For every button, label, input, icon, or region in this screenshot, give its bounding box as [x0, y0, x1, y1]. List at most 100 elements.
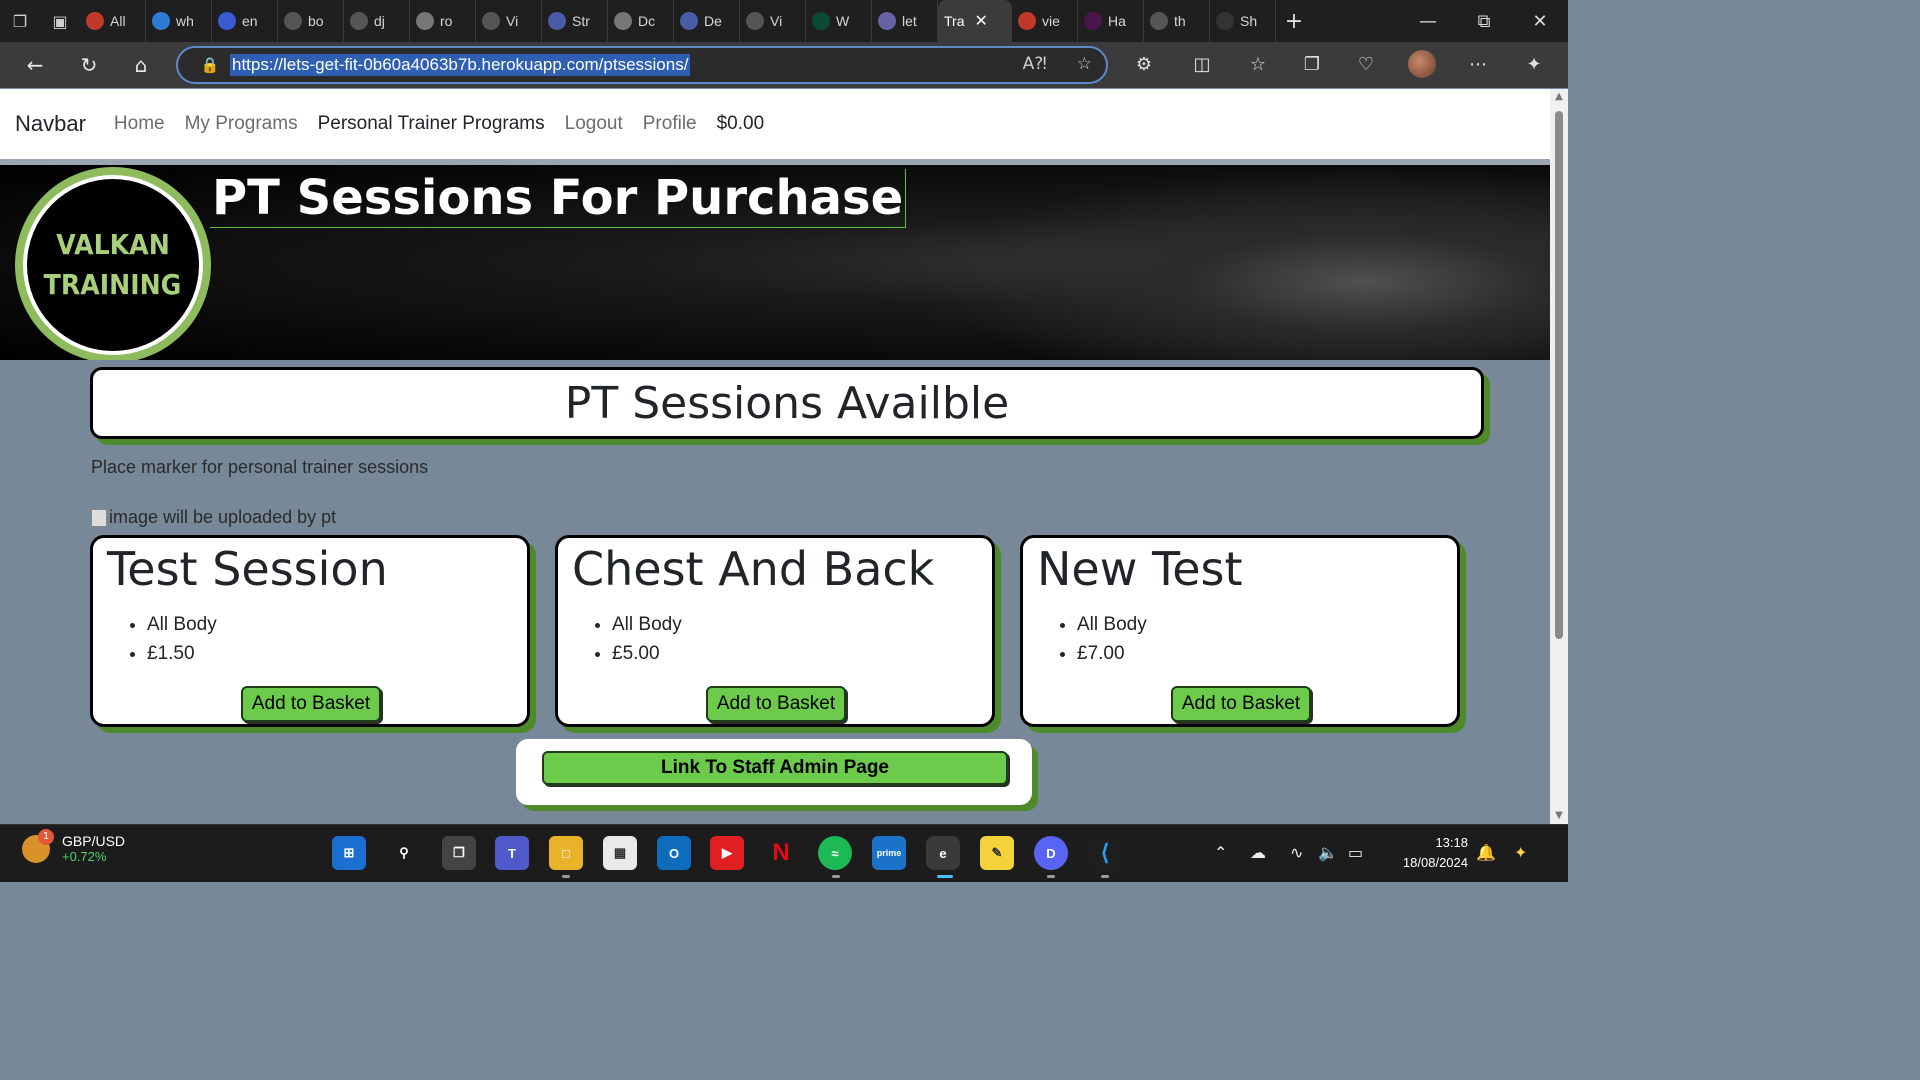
extensions-icon[interactable]: ⚙ — [1124, 46, 1164, 82]
battery-icon[interactable]: ▭ — [1348, 843, 1363, 862]
browser-tab[interactable]: bo — [278, 0, 344, 42]
google-icon — [416, 12, 434, 30]
tab-label: wh — [176, 13, 194, 29]
browser-tab[interactable]: Str — [542, 0, 608, 42]
show-hidden-icons-icon[interactable]: ⌃ — [1214, 843, 1227, 862]
prime-video-icon[interactable]: prime — [872, 836, 906, 870]
tab-label: De — [704, 13, 722, 29]
nav-link-logout[interactable]: Logout — [565, 113, 623, 135]
browser-essentials-icon[interactable]: ♡ — [1346, 46, 1386, 82]
session-title: Test Session — [107, 542, 388, 596]
page-scrollbar[interactable]: ▲ ▼ — [1550, 89, 1568, 824]
widgets-button[interactable]: 1 GBP/USD +0.72% — [22, 828, 125, 864]
tab-label: dj — [374, 13, 385, 29]
add-to-basket-button[interactable]: Add to Basket — [241, 686, 381, 722]
url-text[interactable]: https://lets-get-fit-0b60a4063b7b.heroku… — [230, 54, 691, 76]
tab-label: Ha — [1108, 13, 1126, 29]
file-explorer-icon[interactable]: □ — [549, 836, 583, 870]
spotify-icon[interactable]: ≈ — [818, 836, 852, 870]
system-clock[interactable]: 13:18 18/08/2024 — [1388, 833, 1468, 873]
new-tab-button[interactable]: + — [1276, 0, 1312, 42]
browser-tab[interactable]: Ha — [1078, 0, 1144, 42]
search-icon[interactable]: ⚲ — [387, 836, 421, 870]
tab-label: vie — [1042, 13, 1060, 29]
navbar-brand[interactable]: Navbar — [15, 111, 86, 137]
browser-tab[interactable]: wh — [146, 0, 212, 42]
close-window-icon[interactable]: ✕ — [1512, 0, 1568, 42]
github-icon — [284, 12, 302, 30]
broken-image-placeholder: image will be uploaded by pt — [91, 507, 336, 528]
browser-tab[interactable]: dj — [344, 0, 410, 42]
address-bar[interactable]: 🔒 https://lets-get-fit-0b60a4063b7b.hero… — [176, 46, 1108, 84]
refresh-icon[interactable]: ↻ — [62, 42, 116, 88]
workspaces-icon[interactable]: ❐ — [0, 0, 40, 42]
session-price: £7.00 — [1077, 639, 1147, 668]
copilot-taskbar-icon[interactable]: ✦ — [1514, 843, 1527, 862]
session-details: All Body £5.00 — [612, 610, 682, 668]
browser-tab[interactable]: All — [80, 0, 146, 42]
notifications-icon[interactable]: 🔔 — [1476, 843, 1496, 862]
favorites-icon[interactable]: ☆ — [1238, 46, 1278, 82]
browser-tab[interactable]: Vi — [476, 0, 542, 42]
copilot-icon[interactable]: ✦ — [1514, 46, 1554, 82]
browser-tab[interactable]: Dc — [608, 0, 674, 42]
nav-link-home[interactable]: Home — [114, 113, 165, 135]
tab-actions-icon[interactable]: ▣ — [40, 0, 80, 42]
teams-icon[interactable]: T — [495, 836, 529, 870]
back-icon[interactable]: ← — [8, 42, 62, 88]
valkan-training-logo[interactable]: VALKAN TRAINING — [15, 167, 211, 360]
minimize-icon[interactable]: — — [1400, 0, 1456, 42]
session-details: All Body £1.50 — [147, 610, 217, 668]
nav-link-my-programs[interactable]: My Programs — [185, 113, 298, 135]
active-indicator — [937, 875, 953, 878]
nav-link-profile[interactable]: Profile — [643, 113, 697, 135]
scroll-up-icon[interactable]: ▲ — [1550, 89, 1568, 105]
browser-tab[interactable]: Sh — [1210, 0, 1276, 42]
running-indicator — [562, 875, 570, 878]
browser-tab[interactable]: Tra ✕ — [938, 0, 1012, 42]
widget-change: +0.72% — [62, 849, 107, 864]
browser-tab[interactable]: W — [806, 0, 872, 42]
sticky-notes-icon[interactable]: ✎ — [980, 836, 1014, 870]
youtube-icon[interactable]: ▶ — [710, 836, 744, 870]
browser-tab[interactable]: Vi — [740, 0, 806, 42]
session-title: Chest And Back — [572, 542, 935, 596]
browser-tab[interactable]: let — [872, 0, 938, 42]
session-price: £1.50 — [147, 639, 217, 668]
add-to-basket-button[interactable]: Add to Basket — [706, 686, 846, 722]
browser-tab[interactable]: ro — [410, 0, 476, 42]
staff-admin-link-button[interactable]: Link To Staff Admin Page — [542, 751, 1008, 785]
task-view-icon[interactable]: ❐ — [442, 836, 476, 870]
outlook-icon[interactable]: O — [657, 836, 691, 870]
volume-icon[interactable]: 🔈 — [1318, 843, 1338, 862]
browser-tab[interactable]: vie — [1012, 0, 1078, 42]
home-icon[interactable]: ⌂ — [114, 42, 168, 88]
edge-icon[interactable]: e — [926, 836, 960, 870]
session-type: All Body — [1077, 610, 1147, 639]
add-to-basket-button[interactable]: Add to Basket — [1171, 686, 1311, 722]
browser-tab[interactable]: De — [674, 0, 740, 42]
browser-tab[interactable]: en — [212, 0, 278, 42]
favorite-star-icon[interactable]: ☆ — [1077, 54, 1092, 74]
profile-avatar[interactable] — [1402, 46, 1442, 82]
basket-total[interactable]: $0.00 — [717, 113, 765, 135]
start-icon[interactable]: ⊞ — [332, 836, 366, 870]
onedrive-icon[interactable]: ☁ — [1250, 843, 1266, 862]
scroll-down-icon[interactable]: ▼ — [1550, 808, 1568, 824]
restore-icon[interactable]: ⧉ — [1456, 0, 1512, 42]
close-tab-icon[interactable]: ✕ — [974, 11, 987, 31]
discord-icon[interactable]: D — [1034, 836, 1068, 870]
more-options-icon[interactable]: ⋯ — [1458, 46, 1498, 82]
session-title: New Test — [1037, 542, 1243, 596]
vscode-icon[interactable]: ⟨ — [1088, 836, 1122, 870]
lock-icon[interactable]: 🔒 — [190, 56, 230, 74]
collections-icon[interactable]: ❐ — [1292, 46, 1332, 82]
browser-tab[interactable]: th — [1144, 0, 1210, 42]
netflix-icon[interactable]: N — [764, 836, 798, 870]
split-screen-icon[interactable]: ◫ — [1182, 46, 1222, 82]
wifi-icon[interactable]: ∿ — [1290, 843, 1303, 862]
store-icon[interactable]: ▦ — [603, 836, 637, 870]
scrollbar-thumb[interactable] — [1555, 111, 1563, 639]
nav-link-pt-programs[interactable]: Personal Trainer Programs — [318, 113, 545, 135]
read-aloud-icon[interactable]: A⁈ — [1023, 54, 1047, 74]
